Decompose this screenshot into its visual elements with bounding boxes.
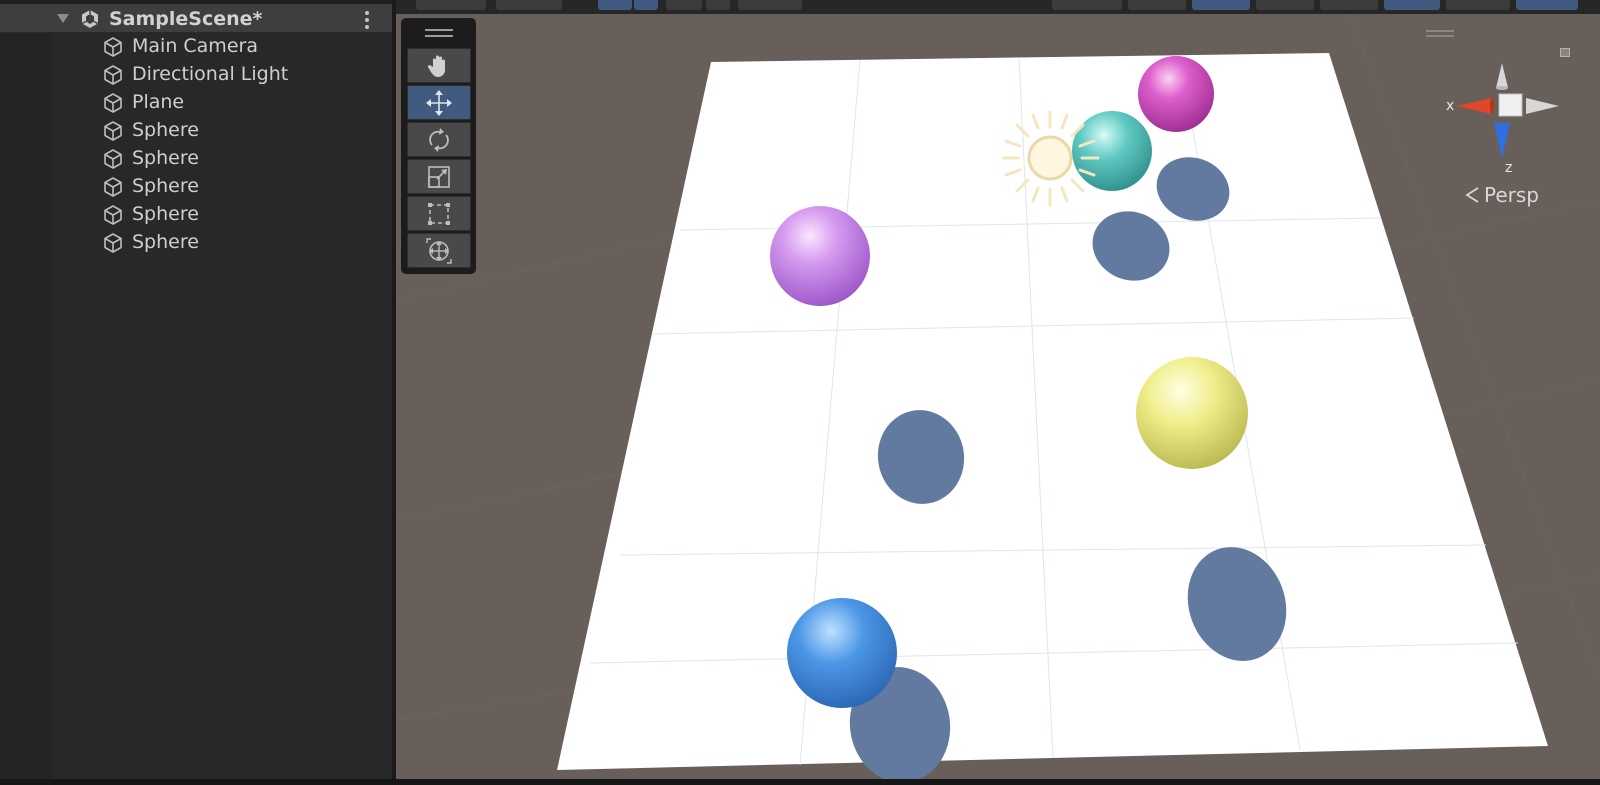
- toolbar-button[interactable]: [738, 0, 802, 10]
- sphere-yellow[interactable]: [1136, 357, 1248, 469]
- cube-icon: [104, 149, 122, 169]
- hand-icon: [427, 55, 445, 77]
- move-icon: [426, 89, 452, 116]
- scale-tool-button[interactable]: [407, 159, 471, 194]
- hierarchy-item-label: Sphere: [132, 147, 199, 169]
- toolbar-button[interactable]: [416, 0, 486, 10]
- transform-tool-button[interactable]: [407, 233, 471, 268]
- scene-row[interactable]: SampleScene*: [0, 5, 392, 33]
- cube-icon: [104, 37, 122, 57]
- transform-icon: [426, 237, 452, 264]
- rect-tool-button[interactable]: [407, 196, 471, 231]
- toolbar-button[interactable]: [1192, 0, 1250, 10]
- toolbar-button[interactable]: [1516, 0, 1578, 10]
- overlay-grip-icon[interactable]: [1426, 30, 1454, 37]
- hand-tool-button[interactable]: [407, 48, 471, 83]
- window-bottom-edge: [0, 779, 1600, 785]
- chevron-left-icon[interactable]: [1464, 186, 1480, 204]
- rotate-tool-button[interactable]: [407, 122, 471, 157]
- scale-icon: [428, 165, 450, 188]
- hierarchy-item-label: Directional Light: [132, 63, 289, 85]
- move-tool-button[interactable]: [407, 85, 471, 120]
- sphere-blue[interactable]: [787, 598, 897, 708]
- cube-icon: [104, 65, 122, 85]
- toolbar-button[interactable]: [634, 0, 658, 10]
- toolbar-button[interactable]: [1384, 0, 1440, 10]
- lock-icon[interactable]: [1560, 48, 1570, 57]
- cube-icon: [104, 205, 122, 225]
- hierarchy-item-label: Plane: [132, 91, 185, 113]
- hierarchy-item-label: Sphere: [132, 231, 199, 253]
- hierarchy-item-sphere[interactable]: Sphere: [0, 229, 392, 257]
- toolbar-button[interactable]: [1446, 0, 1510, 10]
- hierarchy-item-directional-light[interactable]: Directional Light: [0, 61, 392, 89]
- gameobject-list: Main Camera Directional Light Plane Sphe…: [0, 33, 392, 257]
- sphere-magenta[interactable]: [1138, 56, 1214, 132]
- hierarchy-item-sphere[interactable]: Sphere: [0, 173, 392, 201]
- hierarchy-item-sphere[interactable]: Sphere: [0, 145, 392, 173]
- rect-transform-icon: [428, 202, 450, 225]
- hierarchy-item-label: Sphere: [132, 203, 199, 225]
- cube-icon: [104, 121, 122, 141]
- cube-icon: [104, 233, 122, 253]
- cube-icon: [104, 177, 122, 197]
- sphere-teal[interactable]: [1072, 111, 1152, 191]
- hierarchy-item-sphere[interactable]: Sphere: [0, 117, 392, 145]
- hierarchy-item-main-camera[interactable]: Main Camera: [0, 33, 392, 61]
- rotate-icon: [429, 127, 449, 152]
- toolbar-button[interactable]: [598, 0, 632, 10]
- unity-scene-icon: [81, 10, 99, 28]
- orientation-gizmo[interactable]: [1456, 63, 1559, 158]
- scene-viewport[interactable]: [396, 14, 1600, 779]
- toolbar-button[interactable]: [1256, 0, 1314, 10]
- toolbar-button[interactable]: [1052, 0, 1122, 10]
- expand-arrow-icon[interactable]: [57, 14, 69, 23]
- projection-toggle[interactable]: Persp: [1484, 183, 1539, 207]
- cube-icon: [104, 93, 122, 113]
- gizmo-axis-z-label: z: [1505, 160, 1513, 176]
- toolbar-button[interactable]: [1320, 0, 1378, 10]
- hierarchy-item-label: Main Camera: [132, 35, 258, 57]
- scene-tools-palette: [401, 18, 476, 274]
- hierarchy-panel: SampleScene* Main Camera Directional Lig…: [0, 0, 394, 779]
- hierarchy-item-label: Sphere: [132, 119, 199, 141]
- toolbar-button[interactable]: [496, 0, 562, 10]
- hierarchy-item-sphere[interactable]: Sphere: [0, 201, 392, 229]
- sphere-purple[interactable]: [770, 206, 870, 306]
- toolbar-button[interactable]: [706, 0, 730, 10]
- more-options-icon[interactable]: [365, 11, 369, 29]
- gizmo-axis-x-label: x: [1446, 98, 1455, 114]
- palette-grip-icon[interactable]: [425, 29, 453, 37]
- hierarchy-item-plane[interactable]: Plane: [0, 89, 392, 117]
- scene-toolbar: [396, 0, 1600, 14]
- scene-view[interactable]: [396, 14, 1600, 779]
- directional-light-sun-icon[interactable]: [1001, 110, 1100, 207]
- toolbar-button[interactable]: [666, 0, 702, 10]
- scene-name: SampleScene*: [109, 8, 263, 30]
- toolbar-button[interactable]: [1128, 0, 1186, 10]
- hierarchy-item-label: Sphere: [132, 175, 199, 197]
